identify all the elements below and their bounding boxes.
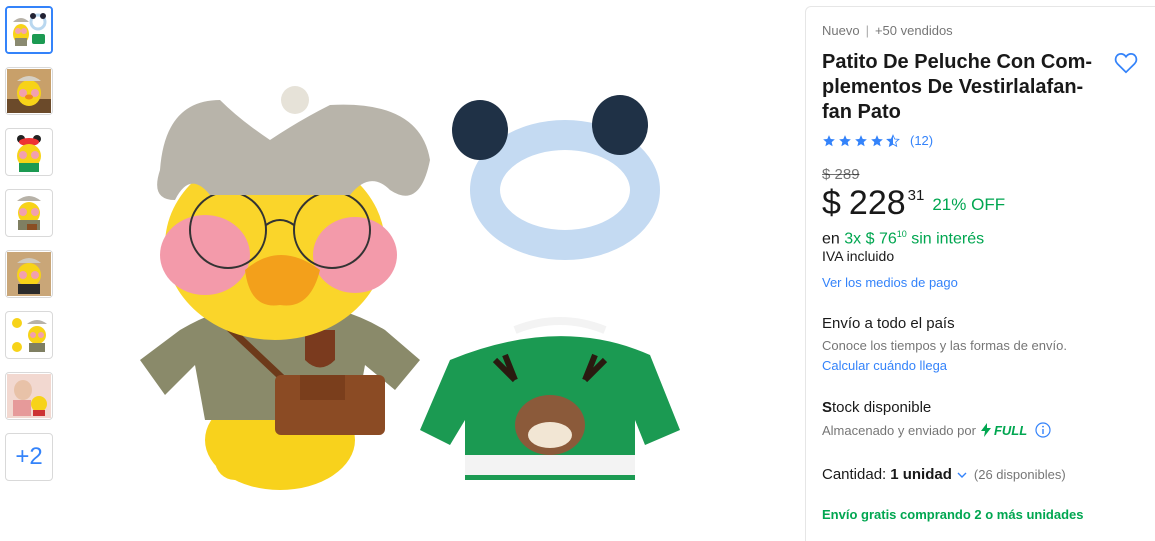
thumbnail-image [7,191,51,235]
product-info-panel: Nuevo | +50 vendidos Patito De Peluche C… [805,6,1155,541]
star-icon [871,134,883,146]
shipping-section: Envío a todo el país Conoce los tiempos … [822,315,1148,373]
installments-cents: 10 [896,229,907,239]
thumbnail-image [7,130,51,174]
main-product-image[interactable] [120,60,710,510]
star-half-icon [886,133,900,147]
condition-label: Nuevo [822,23,860,38]
star-icon [855,134,867,146]
installments: en 3x $ 7610 sin interés [822,229,1148,248]
installments-amount: 3x $ 76 [844,230,897,248]
installments-prefix: en [822,230,840,248]
original-price: $ 289 [822,166,860,183]
rating[interactable]: (12) [822,133,1148,148]
thumbnail-3[interactable] [5,128,53,176]
info-icon[interactable] [1035,422,1051,438]
thumbnail-image [7,374,51,418]
lightning-icon [980,423,991,438]
title-row: Patito De Peluche Con Com-plementos De V… [822,50,1148,125]
currency-symbol: $ [822,184,841,222]
stock-title-rest: tock disponible [832,399,932,417]
fulfillment-row: Almacenado y enviado por FULL [822,422,1148,438]
stored-by-label: Almacenado y enviado por [822,422,976,438]
product-subtitle: Nuevo | +50 vendidos [822,23,1148,38]
quantity-row: Cantidad: 1 unidad (26 disponibles) [822,466,1148,483]
stock-title: Stock disponible [822,399,1148,416]
subtitle-separator: | [865,23,869,38]
free-shipping-note: Envío gratis comprando 2 o más unidades [822,507,1084,523]
product-title: Patito De Peluche Con Com-plementos De V… [822,51,1093,123]
stock-title-initial: S [822,399,833,417]
thumbnail-1[interactable] [5,6,53,54]
installments-suffix: sin interés [911,230,985,248]
thumbnail-image [7,252,51,296]
thumbnail-4[interactable] [5,189,53,237]
thumbnail-image [7,69,51,113]
price-row: $ 228 31 21% OFF [822,185,1148,221]
payment-methods-link[interactable]: Ver los medios de pago [822,275,1148,290]
chevron-down-icon[interactable] [956,469,968,481]
shipping-title: Envío a todo el país [822,315,955,333]
thumbnail-list: +2 [5,6,55,494]
discount-badge: 21% OFF [932,195,1006,214]
heart-icon[interactable] [1113,50,1139,76]
thumbnail-image [7,313,51,357]
thumbnail-7[interactable] [5,372,53,420]
quantity-selector[interactable]: 1 unidad [890,466,952,483]
calculate-delivery-link[interactable]: Calcular cuándo llega [822,358,1148,373]
product-illustration [120,60,710,510]
star-icon [823,134,835,146]
shipping-subtitle: Conoce los tiempos y las formas de envío… [822,338,1067,354]
reviews-count[interactable]: (12) [910,133,933,148]
more-images-label: +2 [15,443,43,470]
iva-note: IVA incluido [822,248,895,265]
thumbnail-5[interactable] [5,250,53,298]
thumbnail-6[interactable] [5,311,53,359]
sold-count: +50 vendidos [874,23,953,38]
full-label: FULL [993,422,1028,438]
price-integer: 228 [848,184,906,222]
more-images-thumbnail[interactable]: +2 [5,433,53,481]
full-badge: FULL [980,423,1027,438]
quantity-label: Cantidad: [822,466,887,484]
star-icon [839,134,851,146]
thumbnail-2[interactable] [5,67,53,115]
stock-section: Stock disponible Almacenado y enviado po… [822,399,1148,438]
price-cents: 31 [907,187,925,204]
thumbnail-image [7,8,51,52]
quantity-available: (26 disponibles) [973,467,1066,483]
